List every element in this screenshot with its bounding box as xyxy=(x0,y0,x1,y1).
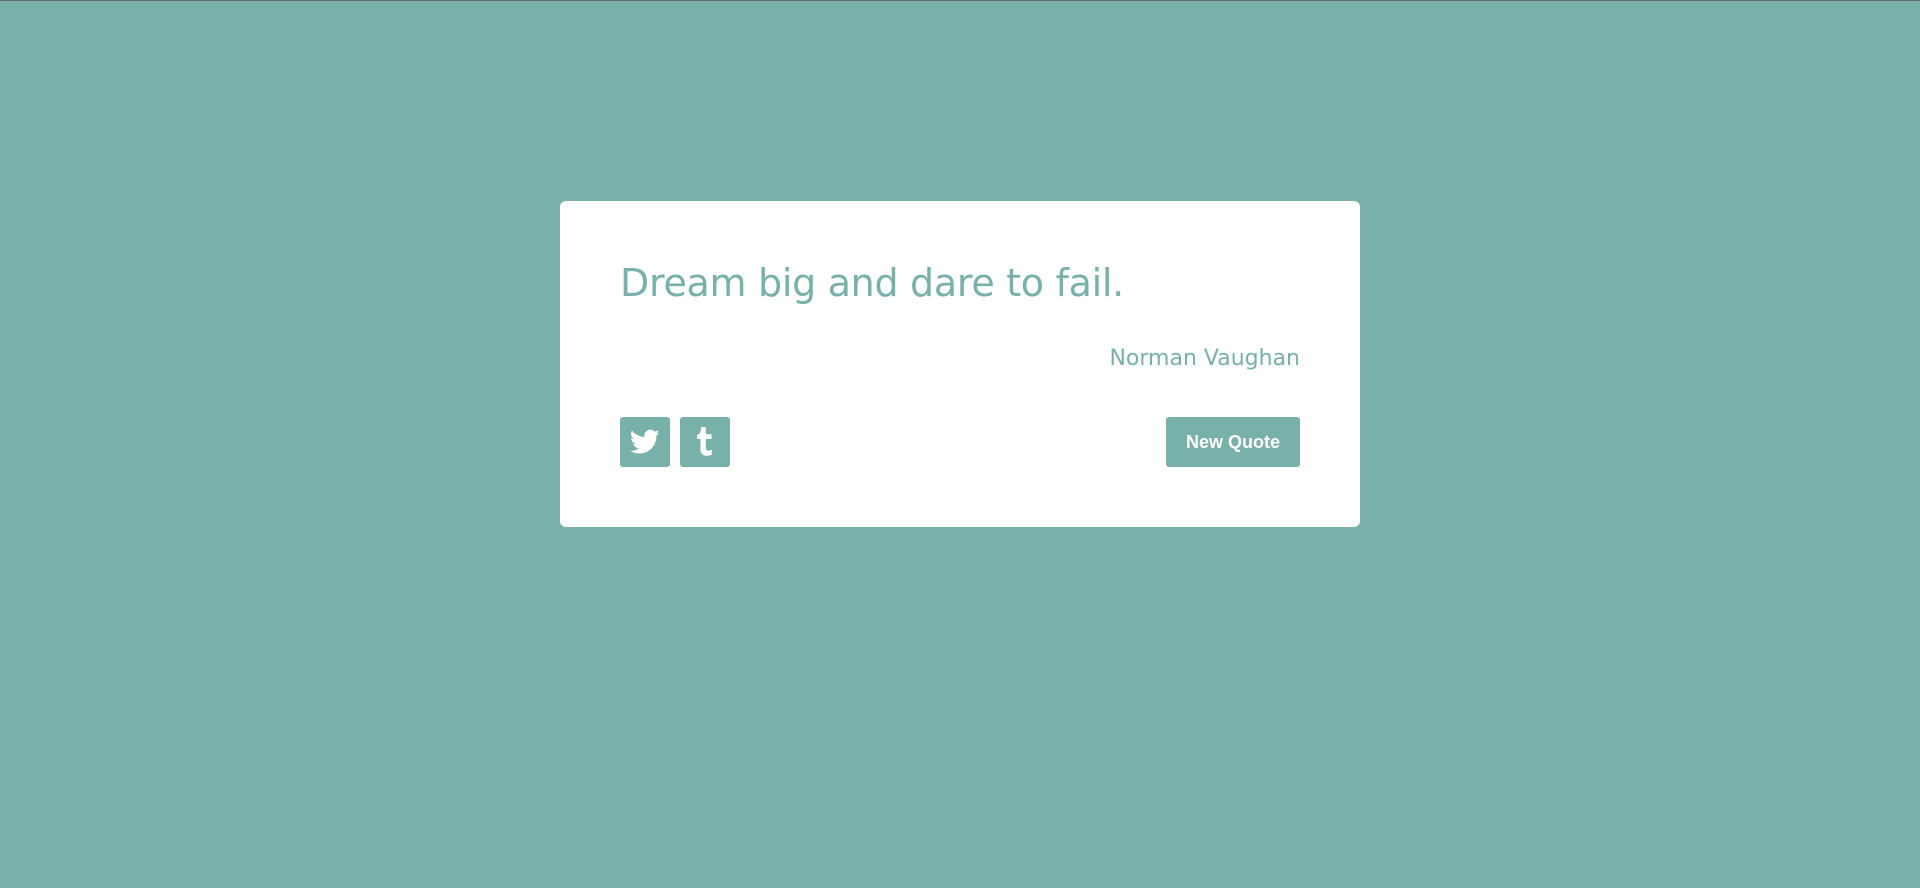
quote-text: Dream big and dare to fail. xyxy=(620,261,1124,305)
tweet-quote-button[interactable] xyxy=(620,417,670,467)
tumblr-icon xyxy=(695,427,715,457)
quote-author: Norman Vaughan xyxy=(1109,346,1300,371)
quote-card: Dream big and dare to fail. Norman Vaugh… xyxy=(560,201,1360,527)
twitter-icon xyxy=(630,429,660,455)
tumblr-post-button[interactable] xyxy=(680,417,730,467)
new-quote-button[interactable]: New Quote xyxy=(1166,417,1300,467)
